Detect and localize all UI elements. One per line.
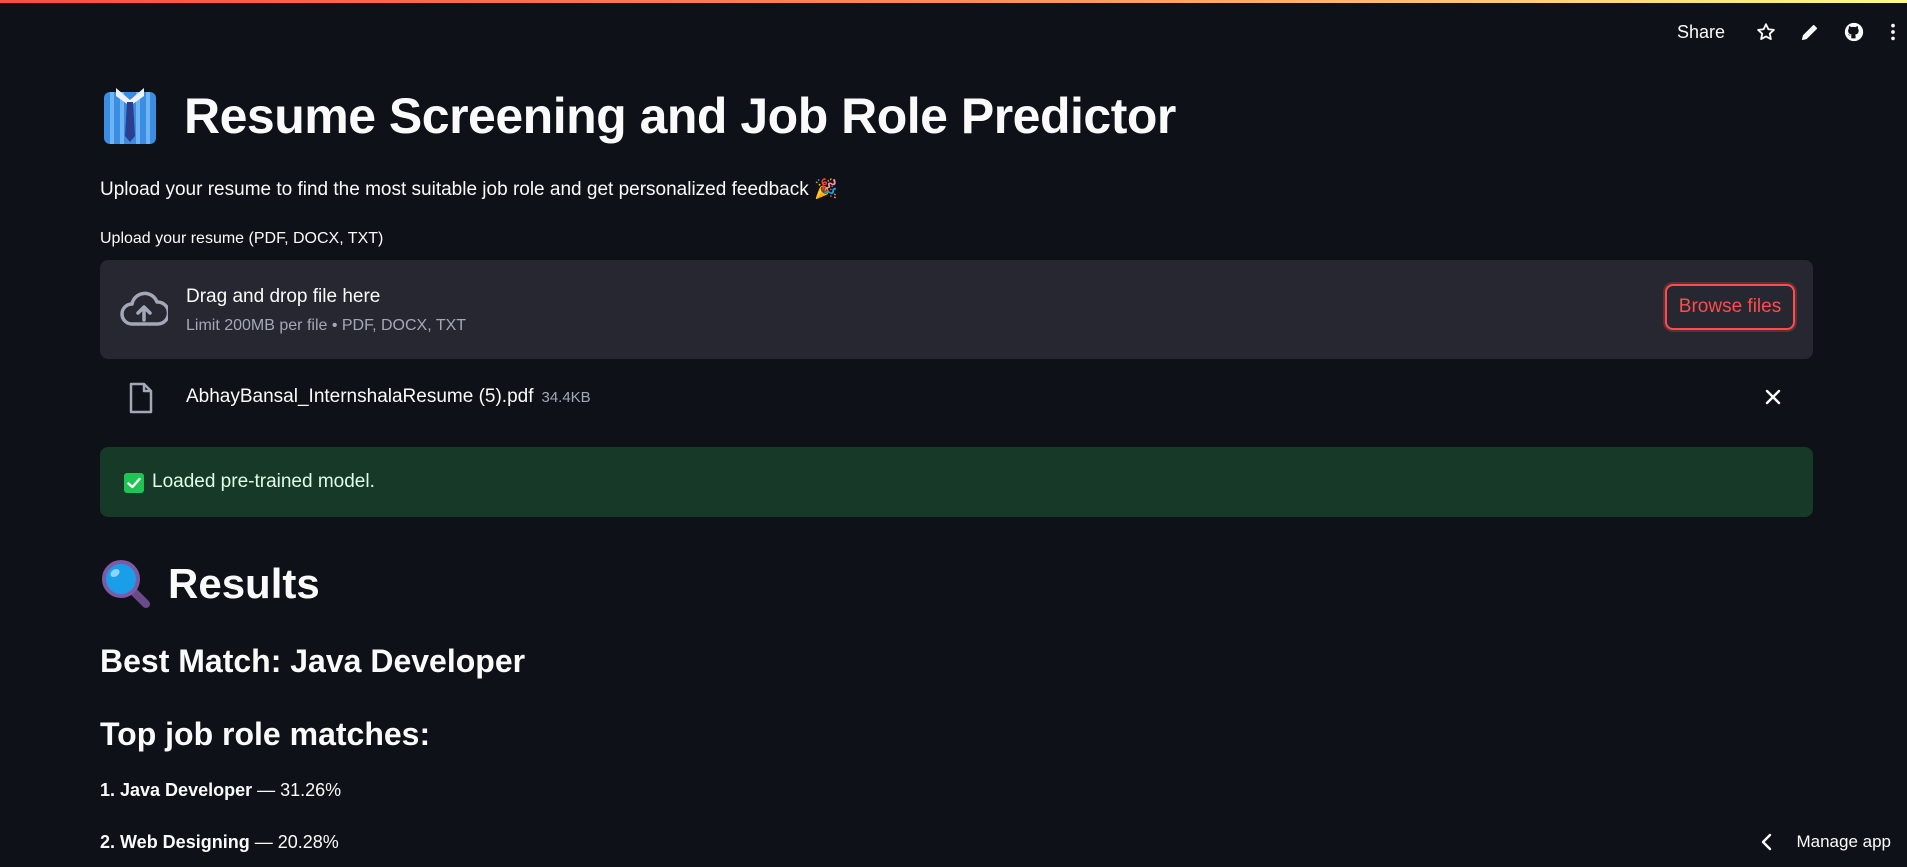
top-toolbar: Share bbox=[1677, 14, 1907, 50]
match-list-item: 2. Web Designing — 20.28% bbox=[100, 832, 339, 853]
success-alert: Loaded pre-trained model. bbox=[100, 447, 1813, 517]
match-list-item: 1. Java Developer — 31.26% bbox=[100, 780, 341, 801]
necktie-shirt-icon bbox=[100, 86, 160, 146]
star-icon[interactable] bbox=[1751, 17, 1781, 47]
match-role: 2. Web Designing bbox=[100, 832, 250, 852]
page-header: Resume Screening and Job Role Predictor bbox=[100, 86, 1176, 146]
match-score: — 31.26% bbox=[252, 780, 342, 800]
uploader-label: Upload your resume (PDF, DOCX, TXT) bbox=[100, 230, 384, 247]
dropzone-limit: Limit 200MB per file • PDF, DOCX, TXT bbox=[186, 317, 467, 334]
uploaded-file-row: AbhayBansal_InternshalaResume (5).pdf 34.… bbox=[100, 374, 1813, 420]
file-icon bbox=[128, 382, 154, 414]
manage-app-button[interactable]: Manage app bbox=[1760, 827, 1891, 857]
file-dropzone[interactable]: Drag and drop file here Limit 200MB per … bbox=[100, 260, 1813, 359]
match-score: — 20.28% bbox=[249, 832, 339, 852]
file-name-text: AbhayBansal_InternshalaResume (5).pdf bbox=[186, 386, 534, 407]
dropzone-instruction: Drag and drop file here bbox=[186, 286, 381, 307]
close-icon[interactable] bbox=[1763, 387, 1783, 407]
check-icon bbox=[124, 473, 144, 493]
file-size: 34.4KB bbox=[541, 389, 591, 406]
cloud-upload-icon bbox=[120, 290, 171, 330]
share-button[interactable]: Share bbox=[1677, 22, 1725, 43]
alert-message: Loaded pre-trained model. bbox=[152, 471, 375, 492]
manage-app-label: Manage app bbox=[1796, 832, 1891, 851]
chevron-left-icon bbox=[1762, 833, 1772, 851]
results-header: Results bbox=[100, 558, 320, 610]
pencil-icon[interactable] bbox=[1795, 17, 1825, 47]
best-match-heading: Best Match: Java Developer bbox=[100, 643, 526, 679]
kebab-menu-icon[interactable] bbox=[1883, 17, 1903, 47]
page-title: Resume Screening and Job Role Predictor bbox=[184, 88, 1176, 144]
results-heading: Results bbox=[168, 560, 320, 607]
top-decoration-stripe bbox=[0, 0, 1907, 3]
browse-files-button[interactable]: Browse files bbox=[1665, 284, 1795, 330]
page-subtitle: Upload your resume to find the most suit… bbox=[100, 179, 838, 200]
uploaded-file-name: AbhayBansal_InternshalaResume (5).pdf 34.… bbox=[186, 386, 591, 408]
github-icon[interactable] bbox=[1839, 17, 1869, 47]
match-role: 1. Java Developer bbox=[100, 780, 253, 800]
magnifying-glass-icon bbox=[100, 558, 152, 610]
top-matches-heading: Top job role matches: bbox=[100, 716, 431, 752]
